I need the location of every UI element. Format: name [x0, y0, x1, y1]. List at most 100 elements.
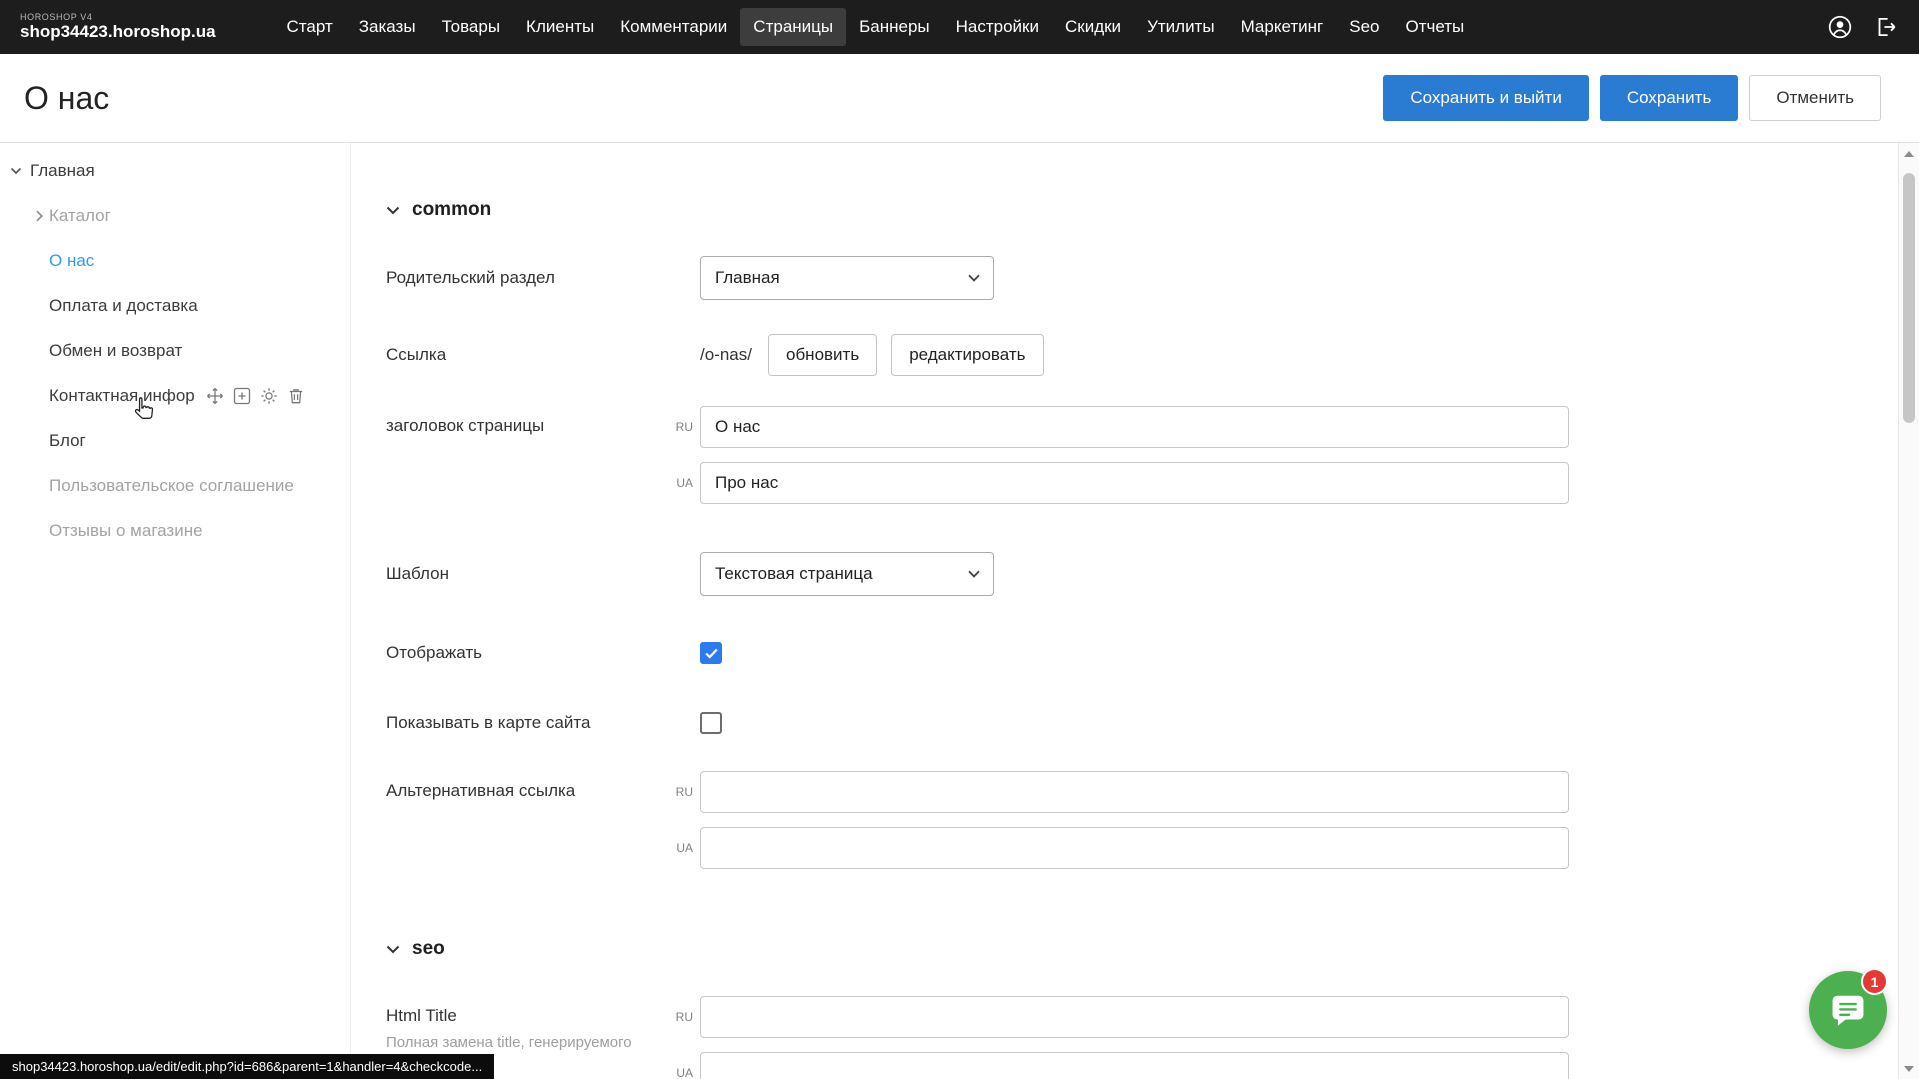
chevron-down-icon: [968, 274, 980, 282]
tree-item-blog[interactable]: Блог: [0, 418, 350, 463]
lang-tag-ua: UA: [667, 476, 693, 490]
parent-section-select[interactable]: Главная: [700, 256, 994, 300]
section-title: seo: [412, 938, 445, 960]
section-seo-header[interactable]: seo: [386, 937, 1898, 961]
refresh-link-button[interactable]: обновить: [768, 334, 877, 376]
top-navigation: Старт Заказы Товары Клиенты Комментарии …: [274, 8, 1478, 46]
html-title-ua-input[interactable]: [700, 1052, 1569, 1079]
pages-tree-sidebar: Главная Каталог О нас Оплата и доставка …: [0, 143, 351, 1079]
section-common-header[interactable]: common: [386, 198, 1898, 222]
page-heading-ua-input[interactable]: [700, 462, 1569, 504]
tree-item-main[interactable]: Главная: [0, 148, 350, 193]
tree-item-contact-info[interactable]: Контактная инфор: [0, 373, 350, 418]
check-icon: [705, 648, 718, 659]
chat-launcher-button[interactable]: 1: [1809, 971, 1887, 1049]
scrollbar-thumb[interactable]: [1903, 173, 1915, 423]
nav-clients[interactable]: Клиенты: [513, 8, 607, 46]
tree-item-actions: [206, 387, 305, 405]
chevron-down-icon[interactable]: [10, 167, 24, 175]
alt-link-label: Альтернативная ссылка: [386, 781, 700, 801]
nav-products[interactable]: Товары: [429, 8, 513, 46]
tree-item-label: Контактная инфор: [49, 386, 195, 406]
tree-item-user-agreement[interactable]: Пользовательское соглашение: [0, 463, 350, 508]
brand-domain: shop34423.horoshop.ua: [20, 23, 216, 42]
vertical-scrollbar[interactable]: [1898, 143, 1919, 1079]
nav-comments[interactable]: Комментарии: [607, 8, 740, 46]
nav-orders[interactable]: Заказы: [346, 8, 429, 46]
main-content: common Родительский раздел Главная Ссылк…: [351, 143, 1898, 1079]
delete-trash-icon[interactable]: [287, 387, 305, 405]
topbar: HOROSHOP V4 shop34423.horoshop.ua Старт …: [0, 0, 1919, 54]
nav-utilities[interactable]: Утилиты: [1134, 8, 1228, 46]
link-preview-statusbar: shop34423.horoshop.ua/edit/edit.php?id=6…: [0, 1054, 494, 1079]
chevron-down-icon: [968, 570, 980, 578]
tree-item-store-reviews[interactable]: Отзывы о магазине: [0, 508, 350, 553]
tree-item-exchange-return[interactable]: Обмен и возврат: [0, 328, 350, 373]
tree-item-label: Отзывы о магазине: [49, 521, 203, 541]
lang-tag-ru: RU: [667, 420, 693, 434]
alt-link-ru-input[interactable]: [700, 771, 1569, 813]
tree-item-catalog[interactable]: Каталог: [0, 193, 350, 238]
page-title: О нас: [24, 80, 109, 117]
save-button[interactable]: Сохранить: [1600, 75, 1738, 121]
link-path: /o-nas/: [700, 345, 752, 365]
chat-bubble-icon: [1829, 991, 1867, 1029]
lang-tag-ua: UA: [667, 1066, 693, 1079]
alt-link-ua-input[interactable]: [700, 827, 1569, 869]
tree-item-payment-delivery[interactable]: Оплата и доставка: [0, 283, 350, 328]
tree-item-label: О нас: [49, 251, 94, 271]
lang-tag-ua: UA: [667, 841, 693, 855]
select-value: Текстовая страница: [715, 564, 873, 584]
nav-pages[interactable]: Страницы: [740, 8, 846, 46]
display-checkbox[interactable]: [700, 642, 722, 664]
nav-settings[interactable]: Настройки: [943, 8, 1052, 46]
tree-item-label: Обмен и возврат: [49, 341, 182, 361]
html-title-hint: Полная замена title, генерируемого: [386, 1034, 700, 1051]
header-actions: Сохранить и выйти Сохранить Отменить: [1383, 75, 1881, 121]
page-heading-label: заголовок страницы: [386, 416, 700, 436]
user-icon[interactable]: [1827, 14, 1853, 40]
chevron-down-icon: [386, 206, 400, 215]
add-page-icon[interactable]: [233, 387, 251, 405]
tree-item-label: Пользовательское соглашение: [49, 476, 294, 496]
chat-unread-badge: 1: [1861, 968, 1888, 995]
nav-marketing[interactable]: Маркетинг: [1228, 8, 1337, 46]
lang-tag-ru: RU: [667, 785, 693, 799]
scroll-up-arrow-icon[interactable]: [1899, 143, 1919, 164]
template-select[interactable]: Текстовая страница: [700, 552, 994, 596]
tree-item-label: Оплата и доставка: [49, 296, 198, 316]
tree-item-about[interactable]: О нас: [0, 238, 350, 283]
parent-section-label: Родительский раздел: [386, 268, 700, 288]
sitemap-checkbox[interactable]: [700, 712, 722, 734]
section-title: common: [412, 199, 491, 221]
link-label: Ссылка: [386, 345, 700, 365]
display-label: Отображать: [386, 643, 700, 663]
brand-logo[interactable]: HOROSHOP V4 shop34423.horoshop.ua: [20, 13, 216, 42]
html-title-label: Html Title: [386, 1006, 700, 1026]
page-header: О нас Сохранить и выйти Сохранить Отмени…: [0, 54, 1919, 143]
nav-reports[interactable]: Отчеты: [1392, 8, 1477, 46]
template-label: Шаблон: [386, 564, 700, 584]
nav-discounts[interactable]: Скидки: [1052, 8, 1134, 46]
sitemap-label: Показывать в карте сайта: [386, 713, 700, 733]
settings-gear-icon[interactable]: [260, 387, 278, 405]
chevron-down-icon: [386, 945, 400, 954]
page-heading-ru-input[interactable]: [700, 406, 1569, 448]
nav-start[interactable]: Старт: [274, 8, 346, 46]
select-value: Главная: [715, 268, 780, 288]
tree-item-label: Блог: [49, 431, 86, 451]
lang-tag-ru: RU: [667, 1010, 693, 1024]
move-icon[interactable]: [206, 387, 224, 405]
status-url: shop34423.horoshop.ua/edit/edit.php?id=6…: [12, 1059, 482, 1074]
scroll-down-arrow-icon[interactable]: [1899, 1058, 1919, 1079]
html-title-ru-input[interactable]: [700, 996, 1569, 1038]
tree-item-label: Главная: [30, 161, 95, 181]
save-and-exit-button[interactable]: Сохранить и выйти: [1383, 75, 1588, 121]
chevron-right-icon[interactable]: [36, 210, 44, 222]
cancel-button[interactable]: Отменить: [1749, 75, 1881, 121]
logout-icon[interactable]: [1873, 14, 1899, 40]
nav-banners[interactable]: Баннеры: [846, 8, 943, 46]
edit-link-button[interactable]: редактировать: [891, 334, 1043, 376]
nav-seo[interactable]: Seo: [1336, 8, 1392, 46]
tree-item-label: Каталог: [49, 206, 111, 226]
